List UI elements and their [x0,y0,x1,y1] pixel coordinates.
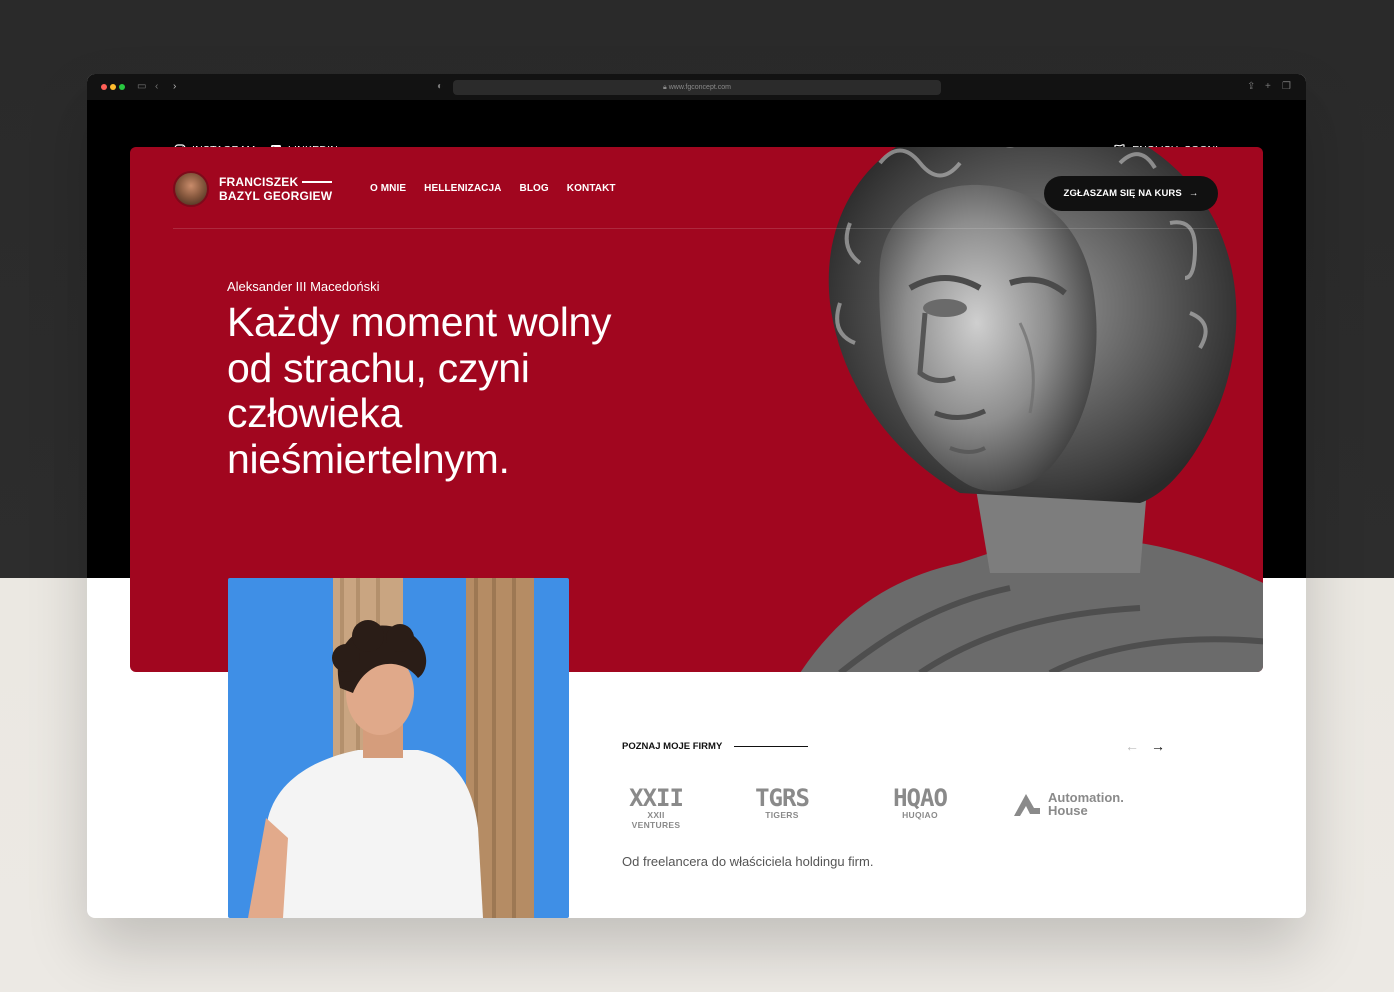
automation-house-icon [1014,794,1040,816]
forward-icon[interactable]: › [173,80,176,94]
minimize-window-button[interactable] [110,84,116,90]
tabs-icon[interactable]: ❐ [1282,80,1291,94]
logo-automation-house[interactable]: Automation. House [1012,790,1132,818]
nav-item-blog[interactable]: BLOG [520,183,549,194]
arrow-right-icon: → [1188,188,1199,199]
brand-last-name: BAZYL GEORGIEW [219,189,333,203]
hero-quote: Każdy moment wolny od strachu, czyni czł… [227,299,612,482]
maximize-window-button[interactable] [119,84,125,90]
firms-logos: XXII XXII VENTURES TGRS TIGERS HQAO HUQI… [622,786,1222,830]
logo-tigers-mark: TGRS [755,784,810,812]
logo-xxii-name: XXII VENTURES [631,810,681,830]
arrow-left-icon[interactable]: ← [1125,738,1139,754]
logo-xxii-mark: XXII [629,784,684,812]
nav-item-kontakt[interactable]: KONTAKT [567,183,616,194]
signup-course-label: ZGŁASZAM SIĘ NA KURS [1063,188,1182,199]
logo-house-text: House [1048,803,1088,818]
brand-first-name: FRANCISZEK [219,175,299,189]
firms-heading: POZNAJ MOJE FIRMY [622,741,809,752]
signup-course-button[interactable]: ZGŁASZAM SIĘ NA KURS → [1044,176,1218,211]
logo-tigers-name: TIGERS [765,810,799,820]
logo-huqiao-mark: HQAO [893,784,948,812]
logo-xxii-ventures[interactable]: XXII XXII VENTURES [622,786,690,830]
close-window-button[interactable] [101,84,107,90]
avatar[interactable] [173,171,209,207]
brand-dash [302,181,333,183]
brand-logo[interactable]: FRANCISZEK BAZYL GEORGIEW [219,175,333,203]
logo-tigers[interactable]: TGRS TIGERS [735,786,829,820]
quote-author: Aleksander III Macedoński [227,279,380,294]
nav-item-hellenizacja[interactable]: HELLENIZACJA [424,183,501,194]
firms-heading-line [734,745,809,748]
browser-toolbar: ▭ ‹ › ◐ 🔒︎ www.fgconcept.com ⇪ + ❐ [87,74,1306,100]
logo-huqiao[interactable]: HQAO HUQIAO [874,786,966,820]
firms-heading-text: POZNAJ MOJE FIRMY [622,741,723,752]
sidebar-icon[interactable]: ▭ [137,80,146,94]
shield-icon[interactable]: ◐ [437,80,443,94]
header-divider [173,228,1219,229]
firms-carousel-controls: ← → [1125,738,1165,754]
arrow-right-icon[interactable]: → [1151,738,1165,754]
nav-item-o-mnie[interactable]: O MNIE [370,183,406,194]
new-tab-icon[interactable]: + [1265,80,1271,94]
browser-window: ▭ ‹ › ◐ 🔒︎ www.fgconcept.com ⇪ + ❐ INSTA… [87,74,1306,918]
back-icon[interactable]: ‹ [155,80,158,94]
firms-tagline: Od freelancera do właściciela holdingu f… [622,854,874,869]
main-nav: O MNIE HELLENIZACJA BLOG KONTAKT [370,183,616,194]
portrait-photo [228,578,569,918]
statue-image [800,147,1263,672]
logo-huqiao-name: HUQIAO [902,810,938,820]
url-text: www.fgconcept.com [668,84,731,91]
address-bar[interactable]: 🔒︎ www.fgconcept.com [453,80,941,95]
share-icon[interactable]: ⇪ [1247,80,1255,94]
